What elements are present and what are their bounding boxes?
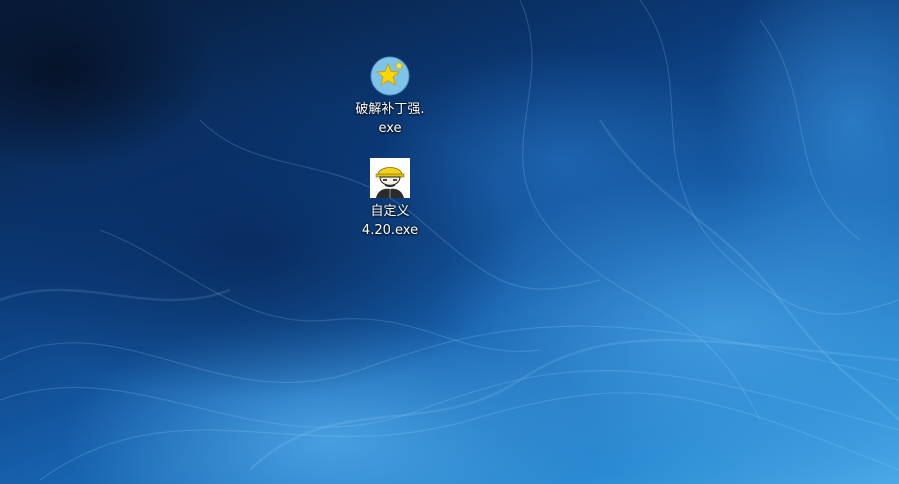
desktop-icon-label: 破解补丁强. exe bbox=[355, 102, 425, 136]
desktop[interactable]: 破解补丁强. exe 自定义 4.20.exe bbox=[0, 0, 899, 484]
desktop-icon-crack-patch[interactable]: 破解补丁强. exe bbox=[342, 56, 438, 138]
star-badge-icon bbox=[370, 56, 410, 96]
desktop-icon-label: 自定义 4.20.exe bbox=[361, 204, 419, 238]
hardhat-man-icon bbox=[370, 158, 410, 198]
desktop-icon-custom-exe[interactable]: 自定义 4.20.exe bbox=[342, 158, 438, 240]
wallpaper-smoke bbox=[0, 0, 899, 481]
